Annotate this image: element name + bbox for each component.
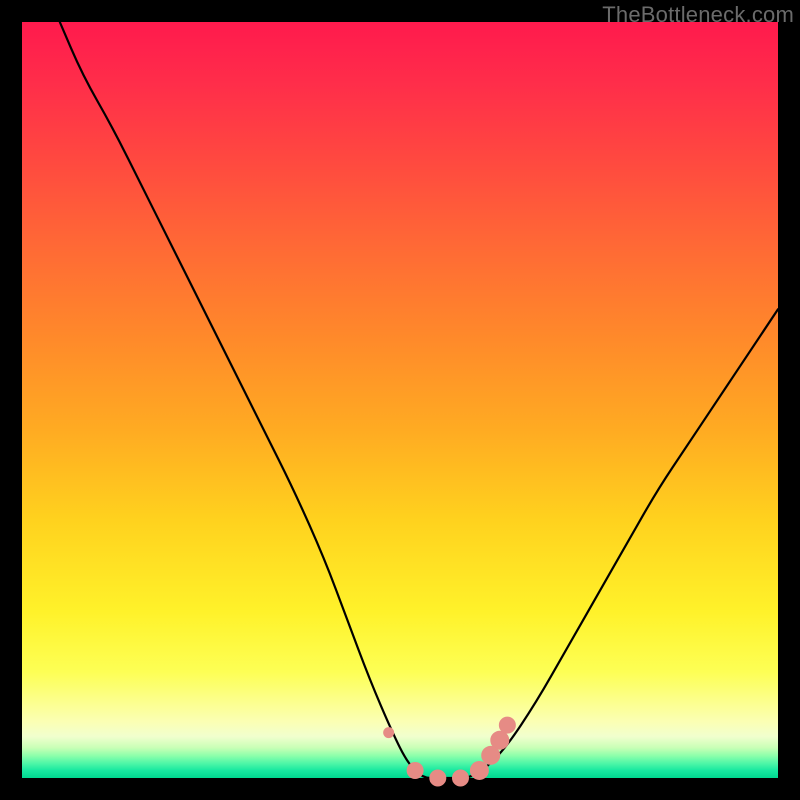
chart-svg (22, 22, 778, 778)
marker-dot (491, 731, 509, 749)
marker-dot (470, 761, 488, 779)
watermark-text: TheBottleneck.com (602, 2, 794, 28)
marker-dot (384, 728, 394, 738)
marker-dot (499, 717, 515, 733)
plot-area (22, 22, 778, 778)
chart-frame: TheBottleneck.com (0, 0, 800, 800)
marker-dot (430, 770, 446, 786)
marker-dot (407, 762, 423, 778)
bottleneck-curve (60, 22, 778, 778)
optimal-range-markers (384, 717, 516, 786)
marker-dot (452, 770, 468, 786)
